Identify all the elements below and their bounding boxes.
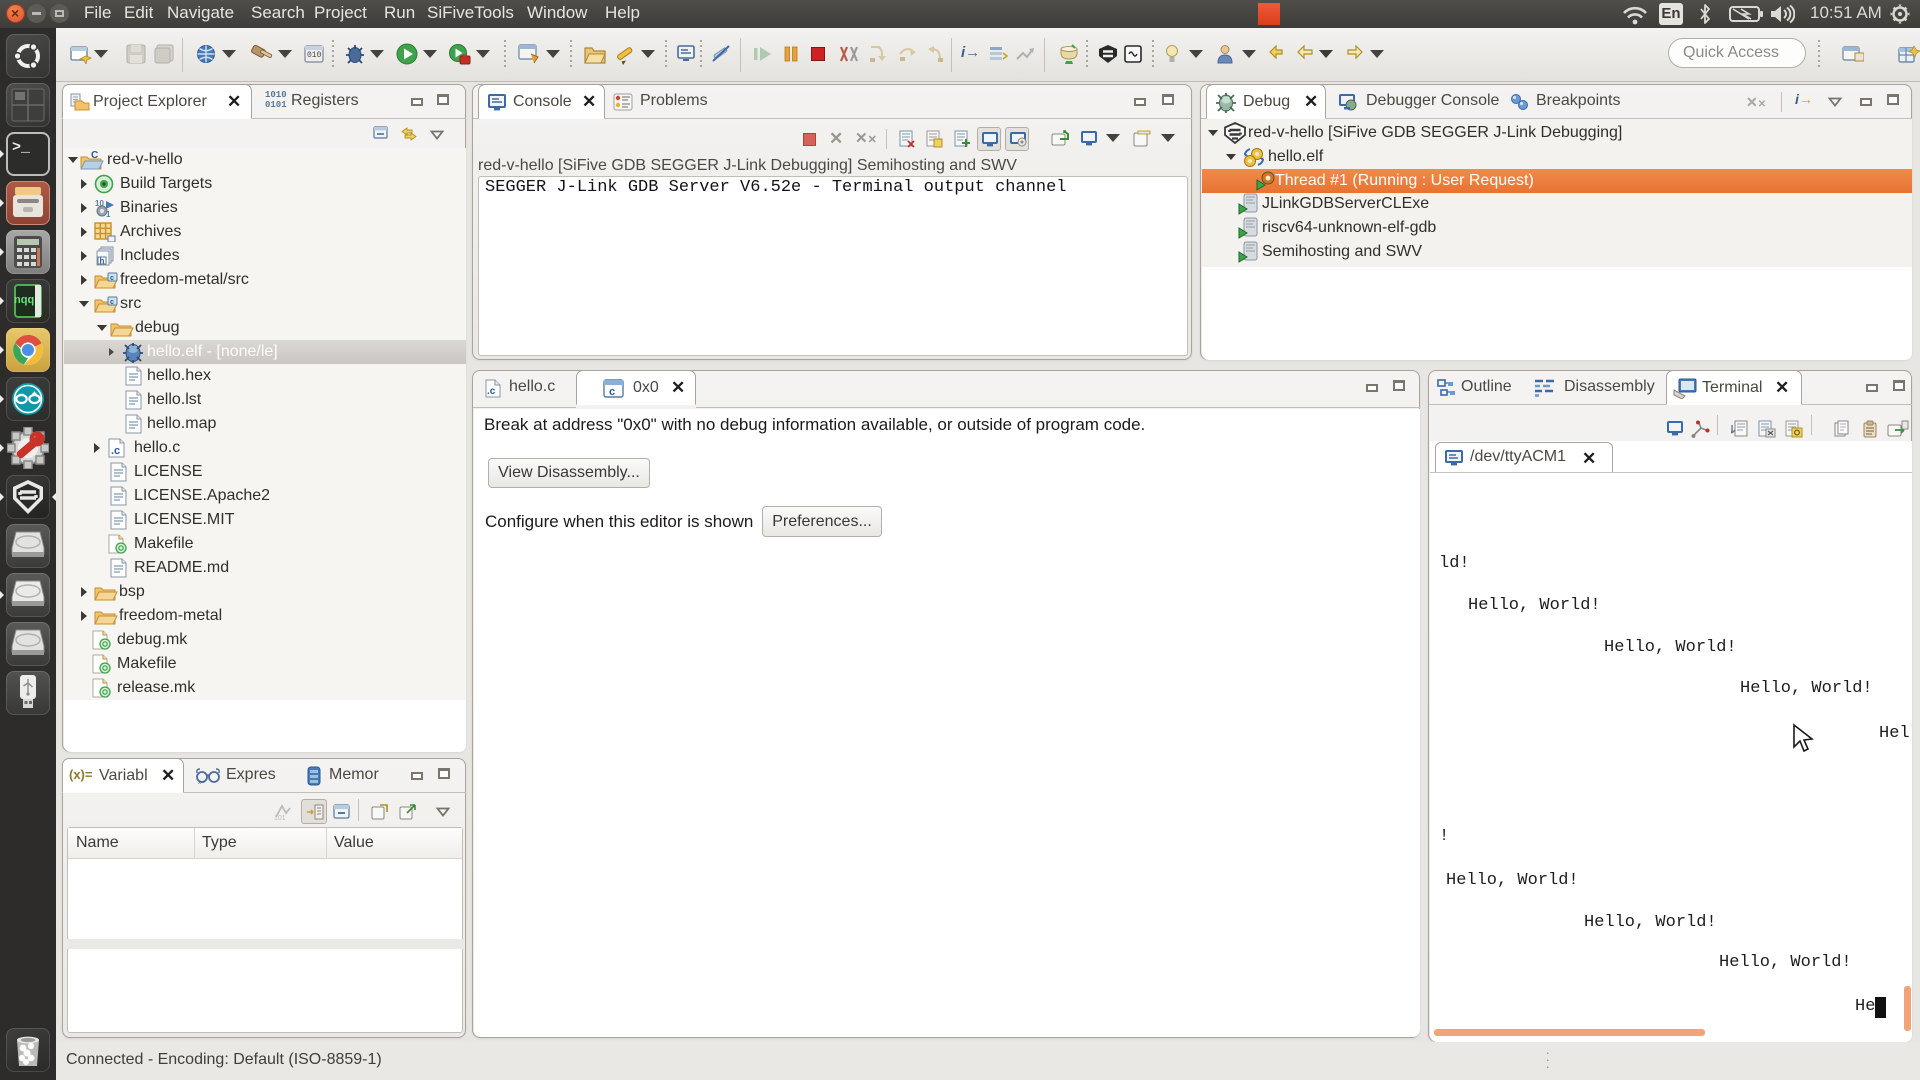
- svg-text:c: c: [110, 275, 114, 282]
- svg-text:.c: .c: [487, 386, 496, 397]
- svg-text:010: 010: [307, 51, 322, 60]
- svg-text:c: c: [609, 386, 615, 398]
- svg-text:101: 101: [274, 815, 286, 821]
- svg-text:1: 1: [106, 210, 111, 218]
- svg-text:x=: x=: [198, 780, 205, 785]
- svg-text:.c: .c: [111, 445, 120, 457]
- svg-text:h: h: [100, 257, 105, 266]
- svg-text:c: c: [110, 299, 114, 306]
